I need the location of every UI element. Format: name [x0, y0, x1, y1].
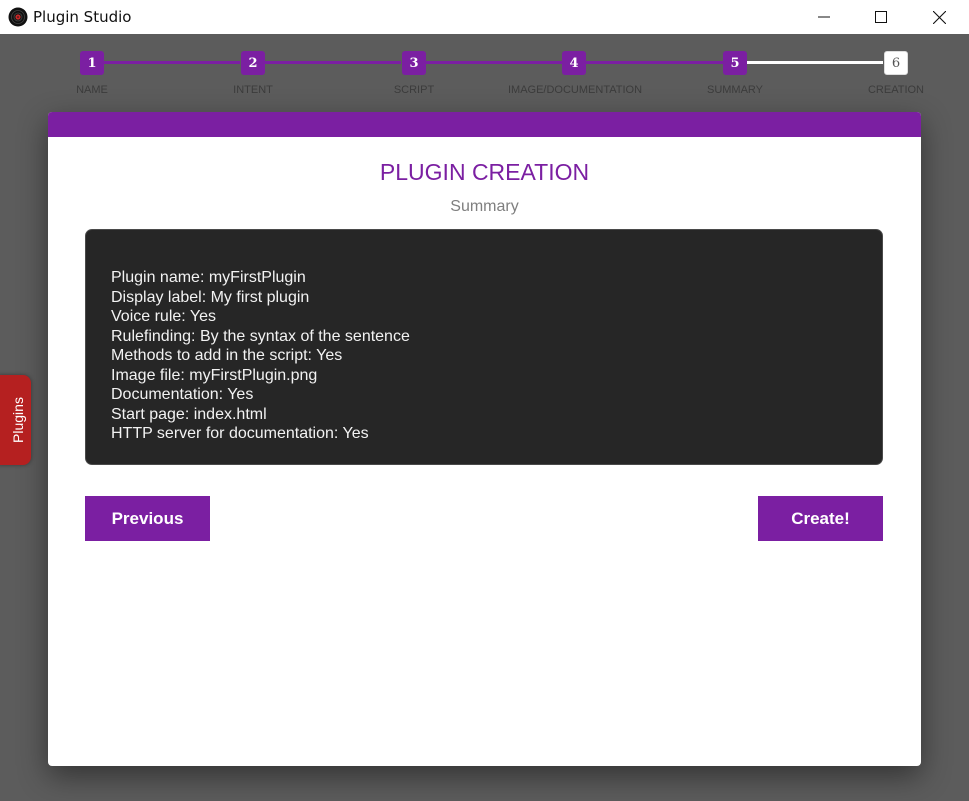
- step-3-label: SCRIPT: [393, 84, 435, 96]
- step-connector: [104, 61, 240, 64]
- summary-line: Image file: myFirstPlugin.png: [111, 366, 318, 384]
- window-title: Plugin Studio: [33, 8, 132, 26]
- step-5-label: SUMMARY: [706, 84, 764, 96]
- app-content: 1 2 3 4 5 6 NAME INTENT SCRIPT IMAGE/DOC…: [0, 34, 969, 801]
- step-connector: [426, 61, 562, 64]
- plugins-side-tab[interactable]: Plugins: [0, 375, 31, 465]
- window-titlebar: Plugin Studio: [0, 0, 969, 34]
- step-5-marker[interactable]: 5: [723, 51, 747, 75]
- close-button[interactable]: [910, 0, 968, 34]
- summary-line: Display label: My first plugin: [111, 288, 310, 306]
- step-2-marker[interactable]: 2: [241, 51, 265, 75]
- create-button[interactable]: Create!: [758, 496, 883, 541]
- summary-line: Documentation: Yes: [111, 386, 254, 403]
- step-1-marker[interactable]: 1: [80, 51, 104, 75]
- summary-line: Start page: index.html: [111, 405, 267, 423]
- step-connector: [747, 61, 883, 64]
- step-2-label: INTENT: [233, 84, 273, 96]
- minimize-icon: [818, 16, 830, 18]
- vinyl-record-icon: [8, 7, 28, 27]
- summary-line: Plugin name: myFirstPlugin: [111, 269, 306, 286]
- step-6-label: CREATION: [867, 84, 925, 96]
- summary-line: Voice rule: Yes: [111, 308, 216, 325]
- minimize-button[interactable]: [795, 0, 853, 34]
- summary-line: Methods to add in the script: Yes: [111, 347, 343, 364]
- step-4-marker[interactable]: 4: [562, 51, 586, 75]
- side-tab-label-wrap: Plugins: [0, 375, 31, 465]
- step-3-marker[interactable]: 3: [402, 51, 426, 75]
- plugins-tab-label: Plugins: [9, 397, 26, 443]
- plugin-creation-card: PLUGIN CREATION Summary Plugin name: myF…: [48, 112, 921, 766]
- wizard-stepper: 1 2 3 4 5 6 NAME INTENT SCRIPT IMAGE/DOC…: [0, 34, 969, 112]
- summary-line: HTTP server for documentation: Yes: [111, 425, 369, 442]
- close-icon: [932, 10, 946, 24]
- previous-button[interactable]: Previous: [85, 496, 210, 541]
- step-connector: [586, 61, 723, 64]
- page-subtitle: Summary: [450, 198, 519, 215]
- step-connector: [265, 61, 401, 64]
- maximize-button[interactable]: [852, 0, 910, 34]
- step-1-label: NAME: [76, 84, 108, 96]
- step-4-label: IMAGE/DOCUMENTATION: [507, 84, 643, 96]
- summary-panel: Plugin name: myFirstPlugin Display label…: [85, 229, 883, 465]
- step-6-marker[interactable]: 6: [884, 51, 908, 75]
- maximize-icon: [875, 11, 887, 23]
- page-title: PLUGIN CREATION: [379, 159, 590, 185]
- summary-line: Rulefinding: By the syntax of the senten…: [111, 327, 410, 345]
- card-header-bar: [48, 112, 921, 137]
